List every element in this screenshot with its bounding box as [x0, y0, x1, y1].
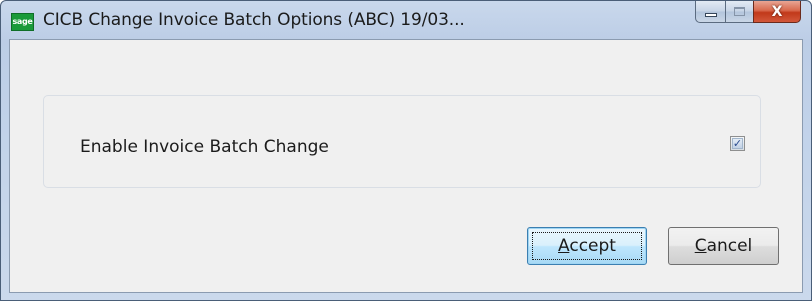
cancel-button-label: Cancel: [695, 236, 753, 256]
minimize-button[interactable]: [695, 1, 725, 23]
dialog-client-area: Enable Invoice Batch Change ✓ Accept Can…: [9, 39, 803, 293]
caption-buttons: X: [695, 1, 801, 23]
cancel-mnemonic: C: [694, 236, 707, 256]
accept-mnemonic: A: [558, 236, 570, 256]
close-button[interactable]: X: [753, 1, 801, 23]
enable-invoice-batch-change-label: Enable Invoice Batch Change: [80, 137, 329, 157]
accept-label-rest: ccept: [569, 236, 616, 256]
cancel-button[interactable]: Cancel: [668, 227, 779, 265]
accept-button[interactable]: Accept: [527, 227, 647, 265]
options-group-panel: Enable Invoice Batch Change ✓: [43, 95, 761, 188]
minimize-icon: [704, 12, 717, 17]
maximize-button[interactable]: [725, 1, 753, 23]
checkbox-fill: ✓: [732, 138, 743, 149]
sage-app-icon[interactable]: sage: [11, 13, 34, 31]
maximize-icon: [734, 7, 745, 16]
close-icon: X: [771, 3, 783, 20]
checkmark-icon: ✓: [732, 137, 743, 150]
title-bar[interactable]: sage CICB Change Invoice Batch Options (…: [1, 1, 811, 39]
enable-invoice-batch-change-checkbox[interactable]: ✓: [730, 136, 745, 151]
cancel-label-rest: ancel: [706, 236, 753, 256]
accept-button-label: Accept: [558, 236, 616, 256]
dialog-window: sage CICB Change Invoice Batch Options (…: [0, 0, 812, 301]
window-title: CICB Change Invoice Batch Options (ABC) …: [43, 10, 465, 30]
